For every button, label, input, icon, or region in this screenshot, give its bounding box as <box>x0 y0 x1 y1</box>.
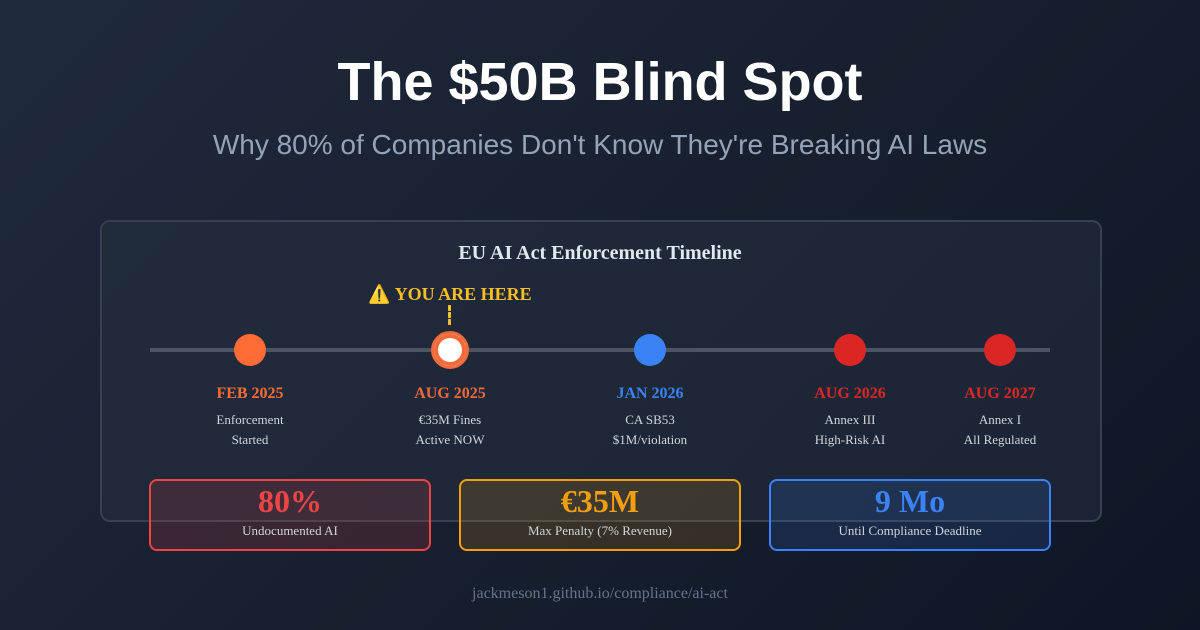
timeline-dot-feb-2025 <box>234 334 266 366</box>
event-date: FEB 2025 <box>216 385 284 402</box>
timeline-dot-jan-2026 <box>634 334 666 366</box>
event-description-line: €35M Fines <box>418 412 482 427</box>
you-are-here-marker: ⚠️ YOU ARE HERE <box>340 283 560 306</box>
event-date: AUG 2025 <box>414 385 486 402</box>
stat-card-undocumented-ai: 80% Undocumented AI <box>149 479 431 551</box>
event-description-line: All Regulated <box>963 432 1037 447</box>
page-title: The $50B Blind Spot <box>337 52 863 112</box>
timeline-dot-aug-2027 <box>984 334 1016 366</box>
timeline-dot-aug-2026 <box>834 334 866 366</box>
page-subtitle: Why 80% of Companies Don't Know They're … <box>212 129 988 160</box>
event-description-line: Annex III <box>824 412 876 427</box>
you-are-here-label: YOU ARE HERE <box>394 284 532 304</box>
stat-card-max-penalty: €35M Max Penalty (7% Revenue) <box>459 479 741 551</box>
event-description-line: High-Risk AI <box>814 432 886 447</box>
event-description-line: $1M/violation <box>612 432 688 447</box>
stat-label: Until Compliance Deadline <box>838 523 982 538</box>
timeline-line <box>150 348 1050 352</box>
event-date: JAN 2026 <box>616 385 684 402</box>
timeline-title: EU AI Act Enforcement Timeline <box>458 242 742 264</box>
event-description-line: Active NOW <box>415 432 485 447</box>
event-description-line: Enforcement <box>216 412 284 427</box>
event-description-line: CA SB53 <box>625 412 675 427</box>
stat-value: €35M <box>560 483 640 519</box>
event-date: AUG 2027 <box>964 385 1036 402</box>
stat-label: Undocumented AI <box>242 523 338 538</box>
event-date: AUG 2026 <box>814 385 886 402</box>
warning-icon: ⚠️ <box>368 284 391 305</box>
footer-url: jackmeson1.github.io/compliance/ai-act <box>472 585 728 602</box>
stat-label: Max Penalty (7% Revenue) <box>527 523 673 538</box>
stat-value: 9 Mo <box>874 483 946 519</box>
event-description-line: Started <box>231 432 269 447</box>
stat-card-compliance-deadline: 9 Mo Until Compliance Deadline <box>769 479 1051 551</box>
timeline-panel <box>100 220 1102 522</box>
event-description-line: Annex I <box>978 412 1022 427</box>
timeline-dot-aug-2025-current <box>431 331 469 369</box>
stat-value: 80% <box>258 483 322 519</box>
you-are-here-pointer <box>448 305 451 325</box>
